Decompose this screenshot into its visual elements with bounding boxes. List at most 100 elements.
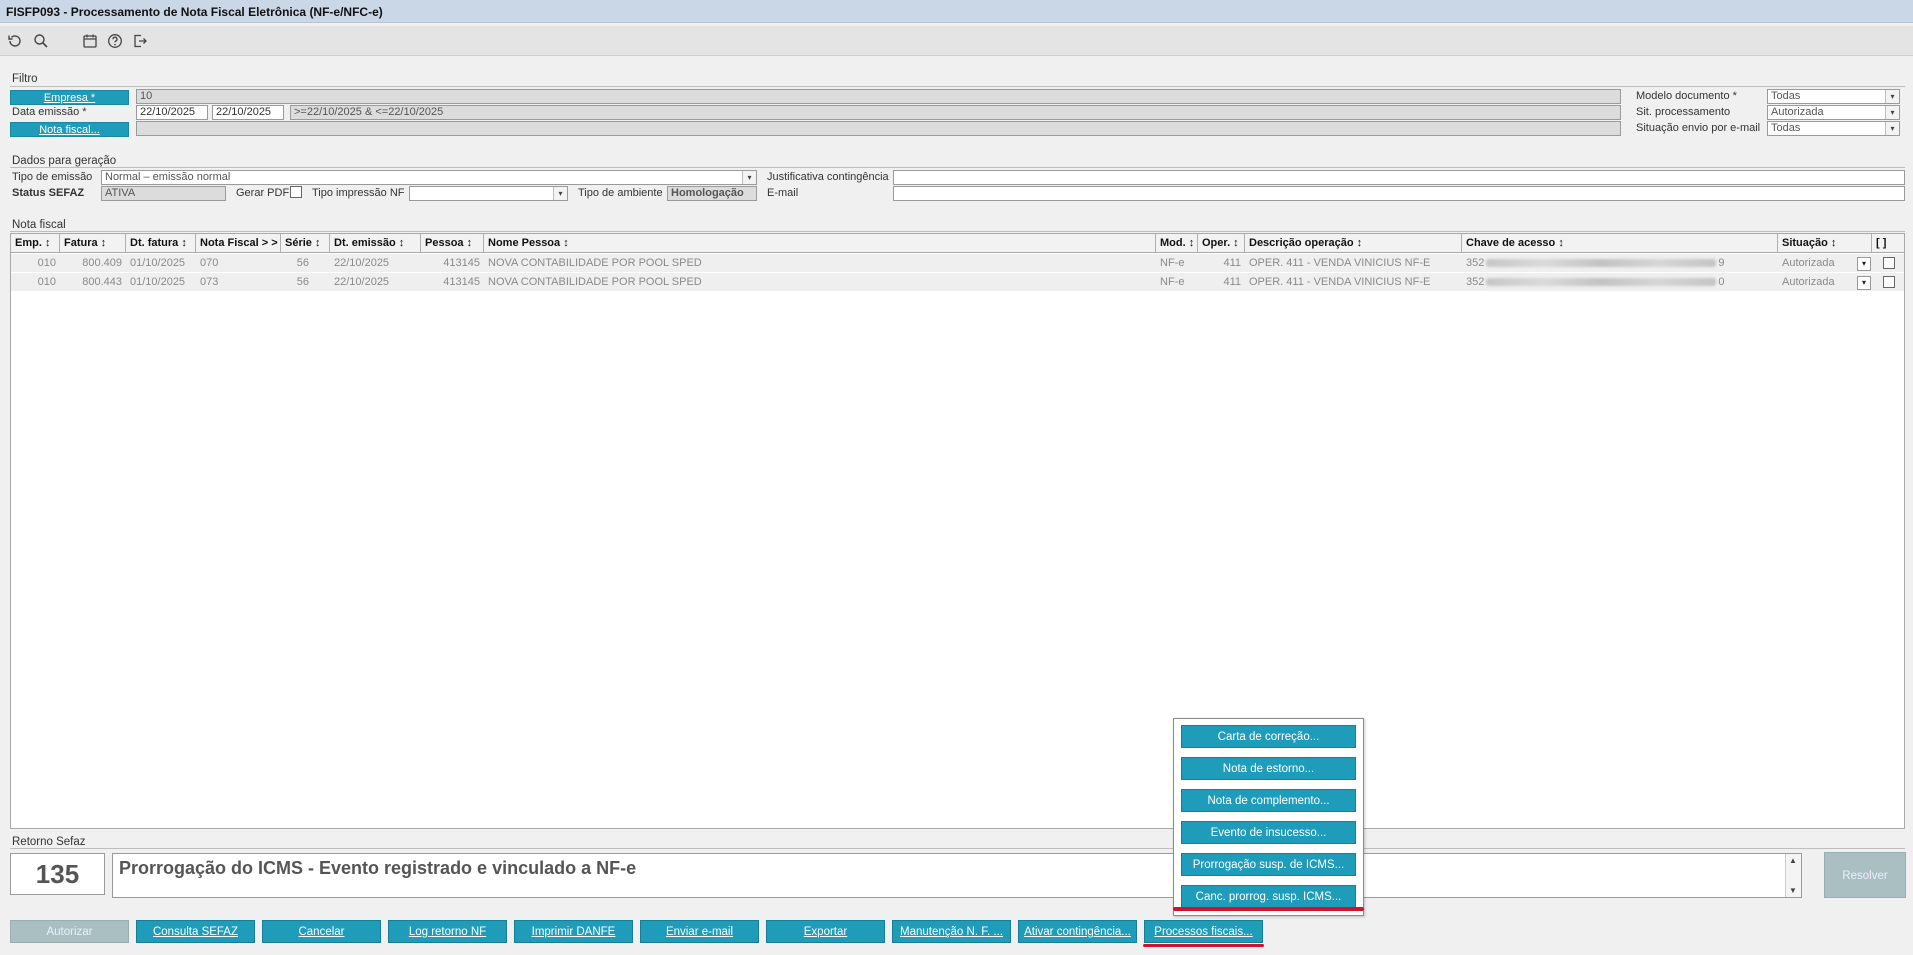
col-oper[interactable]: Oper. ↕ <box>1198 234 1245 253</box>
col-descricao[interactable]: Descrição operação ↕ <box>1245 234 1462 253</box>
data-fim-field[interactable]: 22/10/2025 <box>212 105 284 120</box>
cell-fatura: 800.443 <box>82 276 122 288</box>
retorno-divider <box>10 848 1905 849</box>
cell-dt-emissao: 22/10/2025 <box>334 257 390 269</box>
col-select-all[interactable]: [ ] <box>1872 234 1904 253</box>
highlight-underline <box>1173 907 1364 911</box>
nota-complemento-button[interactable]: Nota de complemento... <box>1181 789 1356 812</box>
chave-inicio: 352 <box>1466 276 1485 288</box>
col-mod[interactable]: Mod. ↕ <box>1156 234 1198 253</box>
cell-pessoa: 413145 <box>443 257 480 269</box>
situacao-dropdown[interactable]: ▾ <box>1857 276 1871 290</box>
col-chave[interactable]: Chave de acesso ↕ <box>1462 234 1778 253</box>
tipo-emissao-label: Tipo de emissão <box>12 171 93 183</box>
nota-fiscal-divider <box>10 231 1905 232</box>
geracao-section-title: Dados para geração <box>12 155 117 167</box>
scroll-down-icon[interactable]: ▼ <box>1789 886 1797 895</box>
col-dt-fatura[interactable]: Dt. fatura ↕ <box>126 234 196 253</box>
cell-oper: 411 <box>1223 276 1241 288</box>
cell-serie: 56 <box>296 276 309 288</box>
cell-situacao: Autorizada <box>1782 257 1835 269</box>
cell-nome-pessoa: NOVA CONTABILIDADE POR POOL SPED <box>488 257 702 269</box>
prorrogacao-susp-icms-button[interactable]: Prorrogação susp. de ICMS... <box>1181 853 1356 876</box>
cell-mod: NF-e <box>1160 276 1185 288</box>
exportar-button[interactable]: Exportar <box>766 920 885 943</box>
nota-fiscal-field[interactable] <box>136 121 1621 136</box>
situacao-dropdown[interactable]: ▾ <box>1857 257 1871 271</box>
chevron-down-icon: ▾ <box>1885 90 1899 103</box>
tipo-emissao-select[interactable]: Normal – emissão normal ▾ <box>101 170 757 185</box>
ativar-contingencia-button[interactable]: Ativar contingência... <box>1018 920 1137 943</box>
empresa-field[interactable]: 10 <box>136 89 1621 104</box>
col-dt-emissao[interactable]: Dt. emissão ↕ <box>330 234 421 253</box>
retorno-section-title: Retorno Sefaz <box>12 836 86 848</box>
table-row[interactable]: 010 800.409 01/10/2025 070 56 22/10/2025… <box>11 254 1904 273</box>
gerar-pdf-label: Gerar PDF <box>236 187 290 199</box>
canc-prorrog-susp-icms-button[interactable]: Canc. prorrog. susp. ICMS... <box>1181 885 1356 908</box>
email-label: E-mail <box>767 187 799 199</box>
cell-fatura: 800.409 <box>82 257 122 269</box>
imprimir-danfe-button[interactable]: Imprimir DANFE <box>514 920 633 943</box>
nota-fiscal-section-title: Nota fiscal <box>12 219 66 231</box>
enviar-email-button[interactable]: Enviar e-mail <box>640 920 759 943</box>
autorizar-button[interactable]: Autorizar <box>10 920 129 943</box>
tipo-impressao-select[interactable]: ▾ <box>409 186 568 201</box>
chevron-down-icon: ▾ <box>553 187 567 200</box>
col-fatura[interactable]: Fatura ↕ <box>60 234 126 253</box>
cell-dt-fatura: 01/10/2025 <box>130 257 186 269</box>
message-scrollbar[interactable]: ▲ ▼ <box>1785 854 1801 897</box>
cell-chave: 352 0 <box>1462 273 1778 292</box>
nota-fiscal-button[interactable]: Nota fiscal... <box>10 122 129 137</box>
resolver-button[interactable]: Resolver <box>1824 852 1906 898</box>
cell-dt-emissao: 22/10/2025 <box>334 276 390 288</box>
cell-dt-fatura: 01/10/2025 <box>130 276 186 288</box>
log-retorno-button[interactable]: Log retorno NF <box>388 920 507 943</box>
gerar-pdf-checkbox[interactable] <box>290 186 302 198</box>
processos-fiscais-button[interactable]: Processos fiscais... <box>1144 920 1263 943</box>
cell-chave: 352 9 <box>1462 254 1778 273</box>
cancelar-button[interactable]: Cancelar <box>262 920 381 943</box>
cell-pessoa: 413145 <box>443 276 480 288</box>
modelo-value: Todas <box>1771 90 1801 102</box>
data-inicio-field[interactable]: 22/10/2025 <box>136 105 208 120</box>
exit-icon[interactable] <box>132 33 148 49</box>
manutencao-nf-button[interactable]: Manutenção N. F. ... <box>892 920 1011 943</box>
processos-underline <box>1143 944 1264 947</box>
col-nota-fiscal[interactable]: Nota Fiscal > > <box>196 234 281 253</box>
justificativa-field[interactable] <box>893 170 1905 185</box>
col-serie[interactable]: Série ↕ <box>281 234 330 253</box>
chevron-down-icon: ▾ <box>742 171 756 184</box>
calendar-icon[interactable] <box>82 33 98 49</box>
nota-estorno-button[interactable]: Nota de estorno... <box>1181 757 1356 780</box>
row-checkbox[interactable] <box>1883 276 1895 288</box>
consulta-sefaz-button[interactable]: Consulta SEFAZ <box>136 920 255 943</box>
redacted-blur <box>1486 278 1717 287</box>
retorno-message: Prorrogação do ICMS - Evento registrado … <box>119 858 637 878</box>
col-emp[interactable]: Emp. ↕ <box>11 234 60 253</box>
empresa-button[interactable]: Empresa * <box>10 90 129 105</box>
search-icon[interactable] <box>33 33 49 49</box>
retorno-code: 135 <box>10 853 105 895</box>
cell-descricao: OPER. 411 - VENDA VINICIUS NF-E <box>1249 257 1431 269</box>
tipo-impressao-label: Tipo impressão NF <box>312 187 405 199</box>
modelo-select[interactable]: Todas ▾ <box>1767 89 1900 104</box>
col-situacao[interactable]: Situação ↕ <box>1778 234 1872 253</box>
email-field[interactable] <box>893 186 1905 201</box>
sit-processamento-select[interactable]: Autorizada ▾ <box>1767 105 1900 120</box>
row-checkbox[interactable] <box>1883 257 1895 269</box>
col-nome-pessoa[interactable]: Nome Pessoa ↕ <box>484 234 1156 253</box>
cell-situacao: Autorizada <box>1782 276 1835 288</box>
toolbar <box>0 26 1913 56</box>
evento-insucesso-button[interactable]: Evento de insucesso... <box>1181 821 1356 844</box>
refresh-icon[interactable] <box>7 33 23 49</box>
scroll-up-icon[interactable]: ▲ <box>1789 856 1797 865</box>
table-header: Emp. ↕ Fatura ↕ Dt. fatura ↕ Nota Fiscal… <box>11 234 1904 253</box>
tipo-ambiente-field: Homologação <box>667 186 757 201</box>
carta-correcao-button[interactable]: Carta de correção... <box>1181 725 1356 748</box>
sit-email-select[interactable]: Todas ▾ <box>1767 121 1900 136</box>
help-icon[interactable] <box>107 33 123 49</box>
sit-processamento-label: Sit. processamento <box>1636 106 1731 118</box>
col-pessoa[interactable]: Pessoa ↕ <box>421 234 484 253</box>
redacted-blur <box>1486 259 1717 268</box>
table-row[interactable]: 010 800.443 01/10/2025 073 56 22/10/2025… <box>11 273 1904 292</box>
